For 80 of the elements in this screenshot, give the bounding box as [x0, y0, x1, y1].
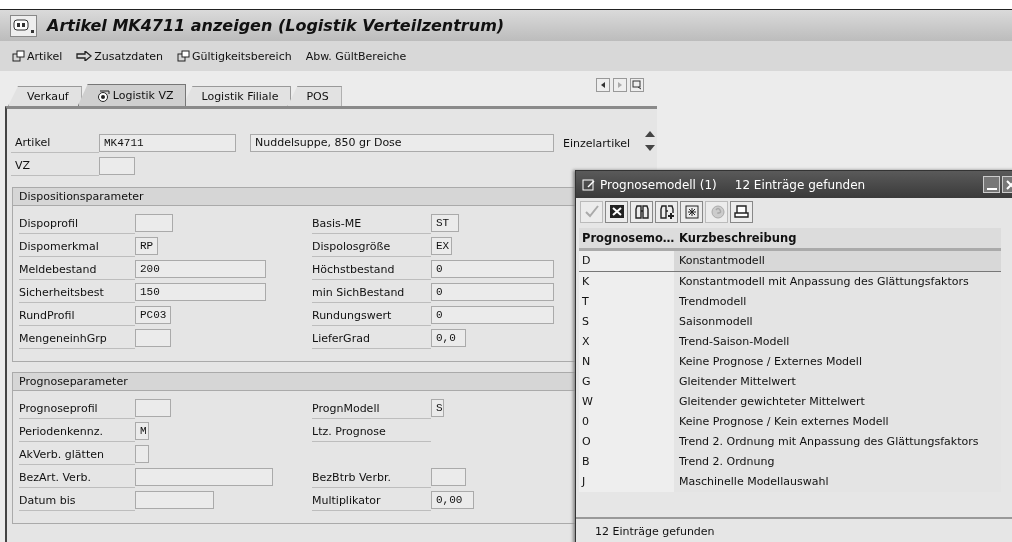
table-cell[interactable]: X [579, 332, 674, 352]
input-field[interactable]: MK4711 [99, 134, 236, 152]
binoculars-icon [633, 204, 650, 220]
arrow-right-icon [76, 51, 93, 61]
find-next-button[interactable] [655, 201, 678, 223]
toolbar-button[interactable]: Zusatzdaten [76, 49, 164, 63]
input-field[interactable] [135, 329, 171, 347]
input-field[interactable]: 0 [431, 283, 554, 301]
minimize-button[interactable] [983, 176, 1000, 193]
table-cell[interactable]: Konstantmodell [674, 251, 1001, 271]
binoculars-plus-icon [658, 204, 675, 220]
input-field[interactable]: 200 [135, 260, 266, 278]
input-field[interactable] [135, 214, 173, 232]
triangle-right-icon [616, 81, 624, 89]
table-cell[interactable]: O [579, 432, 674, 452]
radio-target-icon [96, 89, 111, 102]
field-label: Ltz. Prognose [312, 420, 431, 442]
table-cell[interactable]: W [579, 392, 674, 412]
table-cell[interactable]: T [579, 292, 674, 312]
tab-list-button[interactable] [630, 78, 644, 92]
sparkle-icon [683, 204, 700, 220]
tab[interactable]: Logistik VZ [77, 84, 187, 106]
table-cell[interactable]: K [579, 272, 674, 292]
input-field[interactable]: M [135, 422, 149, 440]
table-cell[interactable]: G [579, 372, 674, 392]
window-list-icon [632, 80, 642, 90]
input-field[interactable]: 0 [431, 260, 554, 278]
column-header[interactable]: Kurzbeschreibung [674, 228, 1001, 248]
toolbar-button[interactable]: Abw. GültBereiche [305, 49, 407, 63]
cancel-button[interactable] [605, 201, 628, 223]
description-field: Nuddelsuppe, 850 gr Dose [250, 134, 554, 152]
cancel-icon [608, 204, 625, 220]
tab[interactable]: POS [287, 86, 342, 106]
sparkle-button[interactable] [680, 201, 703, 223]
input-field[interactable] [99, 157, 135, 175]
table-cell[interactable]: N [579, 352, 674, 372]
window-title: Artikel MK4711 anzeigen (Logistik Verteilzentrum) [47, 16, 505, 35]
system-menu-button[interactable] [10, 14, 37, 37]
document-icon [12, 50, 25, 62]
scroll-down-icon[interactable] [645, 145, 655, 151]
document-icon [177, 50, 191, 62]
checkmark-icon [583, 204, 600, 220]
input-field[interactable]: EX [431, 237, 452, 255]
speech-bubble-icon [13, 18, 29, 33]
printer-icon [733, 204, 750, 220]
table-cell[interactable]: 0 [579, 412, 674, 432]
print-button[interactable] [730, 201, 753, 223]
table-cell[interactable]: B [579, 452, 674, 472]
dialog-icon [582, 178, 596, 191]
input-field[interactable] [135, 445, 149, 463]
input-field[interactable] [135, 491, 214, 509]
input-field[interactable]: 0,0 [431, 329, 466, 347]
input-field[interactable] [431, 468, 466, 486]
input-field[interactable]: 0,00 [431, 491, 474, 509]
input-field[interactable]: 150 [135, 283, 266, 301]
tab[interactable]: Verkauf [8, 86, 82, 106]
help-icon [708, 204, 725, 220]
toolbar-button[interactable]: Gültigkeitsbereich [177, 49, 292, 63]
input-field[interactable]: PC03 [135, 306, 171, 324]
scroll-up-icon[interactable] [645, 131, 655, 137]
minimize-icon [986, 187, 997, 190]
scroll-left-button[interactable] [596, 78, 610, 92]
table-cell[interactable]: J [579, 472, 674, 492]
input-field[interactable]: ST [431, 214, 459, 232]
input-field[interactable]: 0 [431, 306, 554, 324]
toolbar-button[interactable]: Artikel [12, 49, 63, 63]
input-field[interactable] [135, 468, 273, 486]
triangle-left-icon [599, 81, 607, 89]
input-field[interactable]: RP [135, 237, 158, 255]
close-icon [1005, 179, 1012, 190]
table-cell[interactable]: D [579, 251, 674, 271]
input-field[interactable] [135, 399, 171, 417]
status-text: 12 Einträge gefunden [595, 524, 715, 538]
column-header[interactable]: Prognosemo… [579, 228, 674, 248]
result-count: 12 Einträge gefunden [734, 177, 866, 192]
find-button[interactable] [630, 201, 653, 223]
dropdown-icon [31, 29, 34, 33]
input-field[interactable]: S [431, 399, 444, 417]
article-type-label: Einzelartikel [563, 136, 630, 150]
table-cell[interactable]: S [579, 312, 674, 332]
